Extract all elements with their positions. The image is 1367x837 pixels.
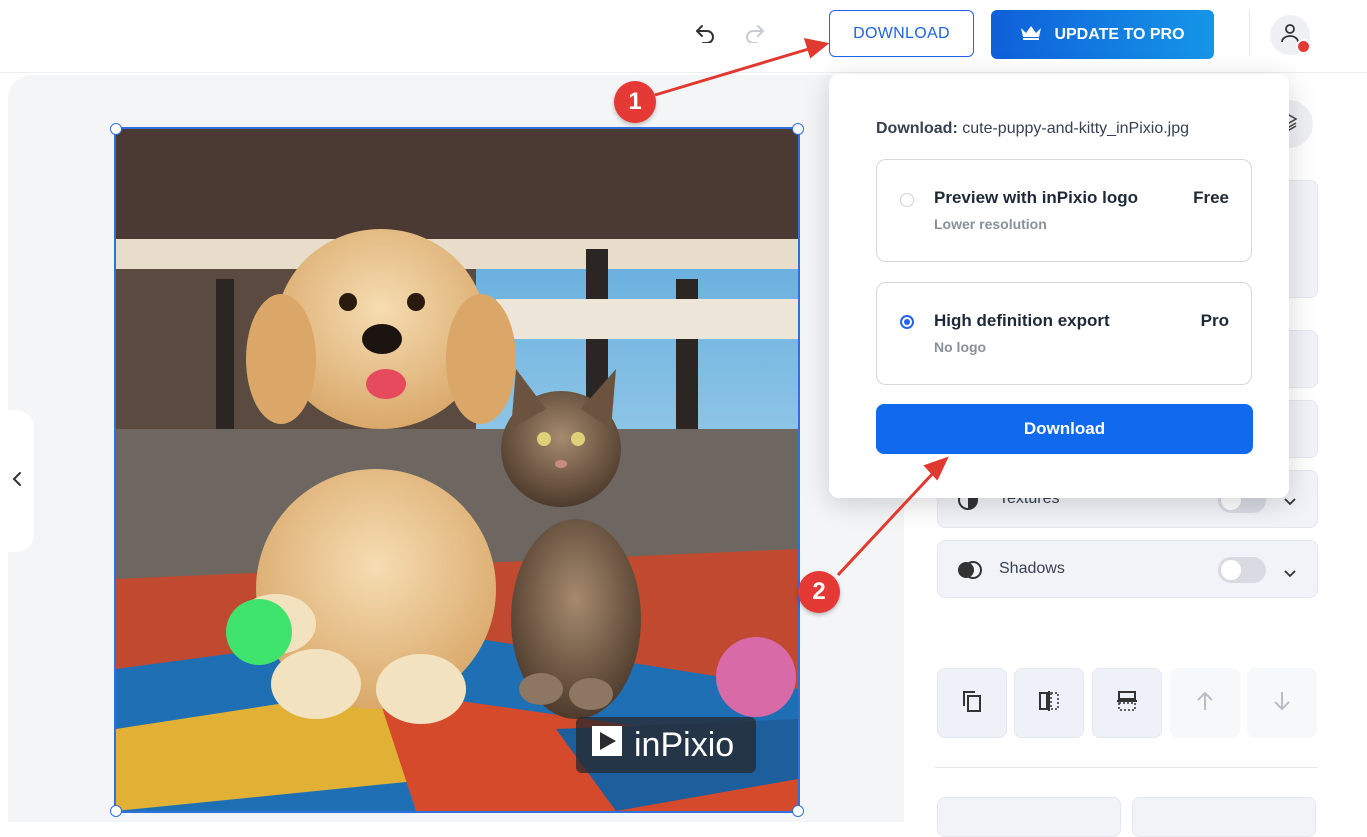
panel-divider xyxy=(935,767,1318,768)
crown-icon xyxy=(1020,24,1042,45)
panel-card-shadows[interactable]: Shadows xyxy=(937,540,1318,598)
popup-download-button[interactable]: Download xyxy=(876,404,1253,454)
notification-dot xyxy=(1296,39,1311,54)
chevron-down-icon[interactable] xyxy=(1284,565,1296,583)
arrow-up-icon xyxy=(1196,691,1214,716)
annotation-badge-1: 1 xyxy=(614,81,656,123)
shadows-toggle[interactable] xyxy=(1218,557,1266,583)
radio-hd-export[interactable] xyxy=(900,315,914,329)
option-preview-with-logo[interactable]: Preview with inPixio logo Lower resoluti… xyxy=(876,159,1252,262)
shadows-label: Shadows xyxy=(999,560,1065,577)
download-button[interactable]: DOWNLOAD xyxy=(829,10,974,57)
resize-handle-top-left[interactable] xyxy=(110,123,122,135)
user-avatar[interactable] xyxy=(1270,15,1311,55)
flip-horizontal-icon xyxy=(1037,689,1061,718)
download-filename: Download: cute-puppy-and-kitty_inPixio.j… xyxy=(876,120,1189,138)
undo-icon[interactable] xyxy=(692,20,718,46)
inpixio-logo-icon xyxy=(590,724,624,767)
toolbar-divider xyxy=(1249,10,1250,56)
chevron-left-icon xyxy=(12,471,22,492)
option-title: High definition export xyxy=(934,311,1110,330)
watermark-text: inPixio xyxy=(634,725,735,764)
panel-bottom-button-right[interactable] xyxy=(1132,797,1316,837)
copy-icon xyxy=(961,689,983,718)
redo-icon[interactable] xyxy=(742,20,768,46)
collapse-panel-button[interactable] xyxy=(0,410,34,552)
download-file-name: cute-puppy-and-kitty_inPixio.jpg xyxy=(962,120,1190,137)
duplicate-button[interactable] xyxy=(937,668,1007,738)
top-toolbar: DOWNLOAD UPDATE TO PRO xyxy=(0,0,1367,73)
option-subtitle: Lower resolution xyxy=(934,216,1047,232)
flip-horizontal-button[interactable] xyxy=(1014,668,1084,738)
radio-preview[interactable] xyxy=(900,193,914,207)
resize-handle-bottom-right[interactable] xyxy=(792,805,804,817)
pro-label: UPDATE TO PRO xyxy=(1054,25,1185,43)
chevron-down-icon[interactable] xyxy=(1284,493,1296,511)
download-popup: Download: cute-puppy-and-kitty_inPixio.j… xyxy=(829,74,1289,498)
option-subtitle: No logo xyxy=(934,339,987,355)
option-title: Preview with inPixio logo xyxy=(934,188,1139,207)
download-file-label: Download: xyxy=(876,120,958,137)
resize-handle-top-right[interactable] xyxy=(792,123,804,135)
flip-vertical-icon xyxy=(1115,689,1139,718)
option-price: Free xyxy=(1193,188,1229,207)
option-price: Pro xyxy=(1200,311,1229,330)
update-to-pro-button[interactable]: UPDATE TO PRO xyxy=(991,10,1214,59)
puppy-kitty-image xyxy=(116,129,798,811)
send-backward-button[interactable] xyxy=(1247,668,1317,738)
panel-bottom-button-left[interactable] xyxy=(937,797,1121,837)
inpixio-watermark: inPixio xyxy=(576,717,756,773)
resize-handle-bottom-left[interactable] xyxy=(110,805,122,817)
shadows-icon xyxy=(956,559,984,586)
edited-photo[interactable]: inPixio xyxy=(114,127,800,813)
arrow-down-icon xyxy=(1273,691,1291,716)
bring-forward-button[interactable] xyxy=(1170,668,1240,738)
option-hd-export[interactable]: High definition export No logo Pro xyxy=(876,282,1252,385)
annotation-badge-2: 2 xyxy=(798,571,840,613)
flip-vertical-button[interactable] xyxy=(1092,668,1162,738)
